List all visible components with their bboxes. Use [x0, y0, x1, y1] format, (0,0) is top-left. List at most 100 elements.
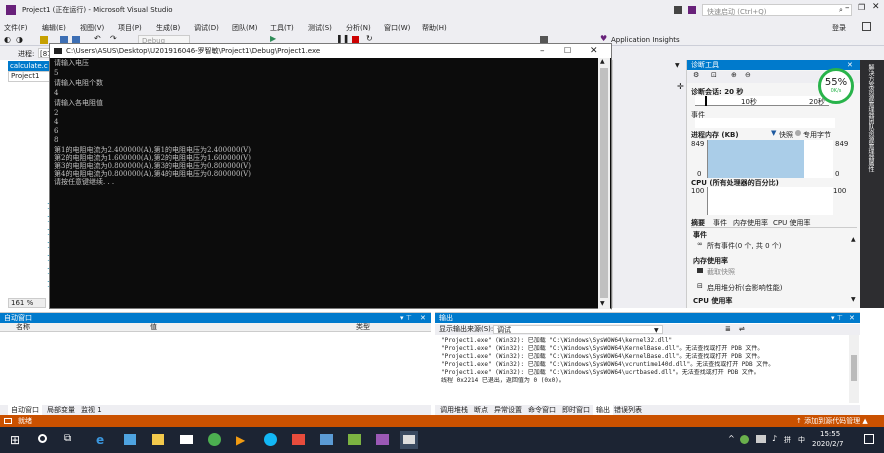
- app-icon-3[interactable]: [320, 434, 333, 445]
- console-maximize-button[interactable]: ☐: [564, 44, 571, 58]
- tab-events[interactable]: 事件: [713, 218, 727, 228]
- tray-chevron-icon[interactable]: ^: [728, 434, 735, 443]
- tab-cpu[interactable]: CPU 使用率: [773, 218, 810, 228]
- app-icon-4[interactable]: [348, 434, 361, 445]
- tab-summary[interactable]: 摘要: [691, 218, 705, 228]
- snapshot-row[interactable]: 截取快照: [707, 267, 735, 277]
- output-source-dropdown[interactable]: 调试 ▼: [493, 325, 663, 334]
- task-view-icon[interactable]: ⧉: [64, 433, 71, 444]
- word-wrap-icon[interactable]: ⇌: [739, 324, 745, 335]
- menu-analyze[interactable]: 分析(N): [346, 23, 371, 33]
- scroll-down-icon[interactable]: ▼: [600, 300, 605, 307]
- volume-icon[interactable]: ♪: [772, 434, 777, 443]
- menu-tools[interactable]: 工具(T): [270, 23, 294, 33]
- menu-test[interactable]: 测试(S): [308, 23, 332, 33]
- menu-window[interactable]: 窗口(W): [384, 23, 410, 33]
- panel-dropdown-icon[interactable]: ▼: [675, 62, 680, 69]
- menu-edit[interactable]: 编辑(E): [42, 23, 66, 33]
- clock-time[interactable]: 15:55: [820, 430, 840, 438]
- notifications-icon[interactable]: [864, 434, 874, 444]
- output-scrollbar[interactable]: [849, 335, 859, 403]
- notification-flag-icon[interactable]: [674, 6, 682, 14]
- app-insights-label[interactable]: Application Insights: [611, 36, 680, 44]
- network-icon[interactable]: [756, 435, 766, 443]
- ime-indicator[interactable]: 拼: [784, 435, 791, 445]
- pause-icon[interactable]: ❚❚: [336, 34, 349, 43]
- timeline-ruler[interactable]: 10秒 20秒: [695, 96, 829, 106]
- app-insights-icon[interactable]: ♥: [600, 34, 607, 43]
- restart-icon[interactable]: ↻: [366, 34, 373, 43]
- back-icon[interactable]: ◐: [4, 35, 11, 44]
- settings-icon[interactable]: ⚙: [693, 71, 699, 79]
- col-name[interactable]: 名称: [16, 323, 30, 331]
- undo-icon[interactable]: ↶: [94, 34, 101, 43]
- output-pin-icon[interactable]: ▾ ⊤: [831, 313, 843, 323]
- zoom-in-icon[interactable]: ⊕: [731, 71, 737, 79]
- diag-close-icon[interactable]: ✕: [847, 60, 853, 70]
- events-row[interactable]: 所有事件(0 个, 共 0 个): [707, 241, 782, 251]
- zoom-dropdown[interactable]: 161 %: [8, 298, 46, 308]
- start-icon[interactable]: ⊞: [10, 433, 20, 447]
- file-explorer-icon[interactable]: [152, 434, 164, 445]
- app-icon-2[interactable]: [292, 434, 305, 445]
- lang-indicator[interactable]: 中: [798, 435, 805, 445]
- tab-memory[interactable]: 内存使用率: [733, 218, 768, 228]
- pin-icon[interactable]: ✛: [677, 82, 684, 91]
- qq-icon[interactable]: [264, 433, 277, 446]
- mail-icon[interactable]: [180, 435, 193, 444]
- restore-button[interactable]: ❐: [858, 3, 865, 12]
- menu-build[interactable]: 生成(B): [156, 23, 180, 33]
- menu-team[interactable]: 团队(M): [232, 23, 258, 33]
- vtab-team-explorer[interactable]: 团队资源管理器: [866, 118, 875, 160]
- console-task-icon[interactable]: [400, 431, 418, 449]
- output-close-icon[interactable]: ✕: [849, 313, 855, 323]
- close-button[interactable]: ✕: [872, 2, 880, 12]
- console-close-button[interactable]: ✕: [590, 44, 598, 58]
- visual-studio-icon[interactable]: [376, 434, 389, 445]
- clock-date[interactable]: 2020/2/7: [812, 440, 843, 448]
- stop-icon[interactable]: [352, 36, 359, 43]
- zoom-out-icon[interactable]: ⊖: [745, 71, 751, 79]
- continue-icon[interactable]: ▶: [270, 34, 276, 43]
- menu-project[interactable]: 项目(P): [118, 23, 142, 33]
- search-taskbar-icon[interactable]: [38, 434, 47, 443]
- console-title: C:\Users\ASUS\Desktop\U201916046-罗智敏\Pro…: [66, 47, 321, 55]
- menu-debug[interactable]: 调试(D): [194, 23, 219, 33]
- heap-row[interactable]: 启用堆分析(会影响性能): [707, 283, 782, 293]
- forward-icon[interactable]: ◑: [16, 35, 23, 44]
- menu-file[interactable]: 文件(F): [4, 23, 28, 33]
- app-icon-1[interactable]: [124, 434, 136, 445]
- quick-launch-box[interactable]: 快速启动 (Ctrl+Q) ⌕: [702, 4, 852, 16]
- redo-icon[interactable]: ↷: [110, 34, 117, 43]
- edge-icon[interactable]: e: [96, 433, 104, 447]
- tray-app-icon[interactable]: [740, 435, 749, 444]
- autos-pin-icon[interactable]: ▾ ⊤: [400, 313, 412, 323]
- signin-link[interactable]: 登录: [832, 23, 846, 33]
- autos-close-icon[interactable]: ✕: [420, 313, 426, 323]
- console-minimize-button[interactable]: –: [540, 44, 545, 58]
- media-player-icon[interactable]: ▶: [236, 433, 245, 447]
- minimize-button[interactable]: –: [845, 3, 850, 13]
- vtab-solution-explorer[interactable]: 解决方案资源管理器: [866, 64, 875, 118]
- diag-scroll-up-icon[interactable]: ▲: [851, 236, 856, 243]
- col-type[interactable]: 类型: [356, 323, 370, 331]
- col-value[interactable]: 值: [150, 323, 157, 331]
- new-project-icon[interactable]: [40, 36, 48, 44]
- console-app-icon: [54, 48, 62, 54]
- clear-all-icon[interactable]: ≣: [725, 324, 731, 335]
- console-scroll-thumb[interactable]: [600, 68, 608, 298]
- menu-view[interactable]: 视图(V): [80, 23, 104, 33]
- diag-scroll-down-icon[interactable]: ▼: [851, 296, 856, 303]
- add-source-control[interactable]: ↑ 添加到源代码管理 ▲: [796, 415, 868, 427]
- output-scroll-thumb[interactable]: [851, 355, 857, 381]
- vtab-properties[interactable]: 属性: [866, 160, 875, 172]
- select-tools-icon[interactable]: ⊡: [711, 71, 717, 79]
- scroll-up-icon[interactable]: ▲: [600, 58, 605, 65]
- chrome-icon[interactable]: [208, 433, 221, 446]
- editor-tab[interactable]: calculate.c: [8, 61, 54, 71]
- console-line: 5: [54, 69, 59, 77]
- menu-help[interactable]: 帮助(H): [422, 23, 447, 33]
- account-icon[interactable]: [862, 22, 871, 31]
- feedback-icon[interactable]: [688, 6, 696, 14]
- console-window[interactable]: C:\Users\ASUS\Desktop\U201916046-罗智敏\Pro…: [49, 43, 612, 309]
